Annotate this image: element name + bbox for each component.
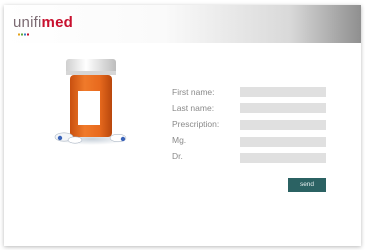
mg-label: Mg. [172, 135, 187, 145]
first-name-label: First name: [172, 87, 215, 97]
doctor-label: Dr. [172, 151, 183, 161]
logo-text-med: med [41, 14, 73, 31]
brand-logo[interactable]: unifimed [13, 15, 73, 31]
pill-bottle-icon [54, 59, 128, 145]
first-name-input[interactable] [240, 87, 326, 97]
last-name-input[interactable] [240, 103, 326, 113]
app-panel: unifimed First name: Last name: Prescrip… [4, 5, 361, 246]
prescription-input[interactable] [240, 120, 326, 130]
mg-input[interactable] [240, 137, 326, 147]
logo-text-unifi: unifi [13, 14, 42, 31]
send-button[interactable]: send [288, 178, 326, 192]
doctor-input[interactable] [240, 153, 326, 163]
prescription-label: Prescription: [172, 119, 220, 129]
logo-dots-icon [18, 33, 29, 36]
last-name-label: Last name: [172, 103, 215, 113]
header-bar: unifimed [4, 5, 361, 43]
